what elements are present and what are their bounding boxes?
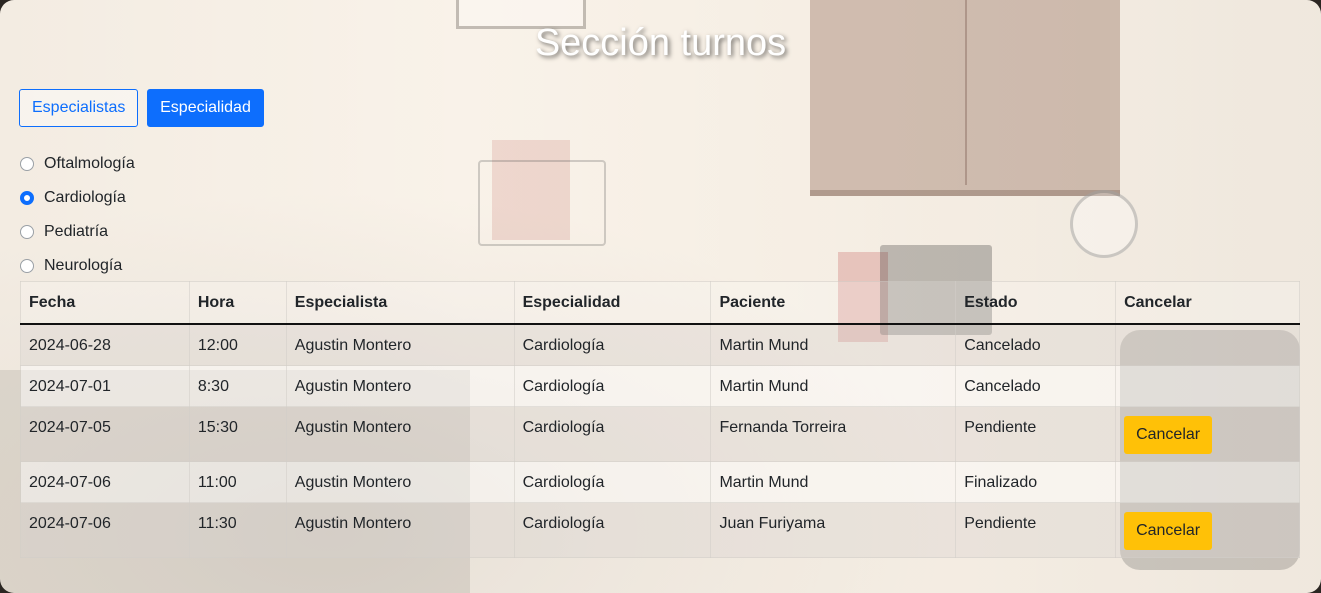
cell-especialidad: Cardiología xyxy=(513,365,712,407)
cell-fecha: 2024-07-06 xyxy=(20,461,190,503)
cell-fecha: 2024-07-05 xyxy=(20,406,190,462)
cell-fecha: 2024-06-28 xyxy=(20,323,190,366)
specialty-label: Oftalmología xyxy=(44,155,135,172)
specialty-option-oftalmologia[interactable]: Oftalmología xyxy=(20,153,135,175)
specialty-option-neurologia[interactable]: Neurología xyxy=(20,255,122,277)
cell-especialista: Agustin Montero xyxy=(285,323,515,366)
background-image-brochure-rack xyxy=(478,160,606,246)
header-estado: Estado xyxy=(955,281,1117,325)
cell-estado: Cancelado xyxy=(955,323,1117,366)
specialty-label: Neurología xyxy=(44,257,123,274)
cell-cancelar: Cancelar xyxy=(1115,406,1300,462)
cell-paciente: Juan Furiyama xyxy=(710,502,957,558)
header-especialista: Especialista xyxy=(285,281,515,325)
header-hora: Hora xyxy=(188,281,287,325)
cell-paciente: Fernanda Torreira xyxy=(710,406,957,462)
cell-especialidad: Cardiología xyxy=(513,502,712,558)
radio-button-checked[interactable] xyxy=(20,191,34,205)
especialidad-button[interactable]: Especialidad xyxy=(147,89,264,127)
radio-button[interactable] xyxy=(20,157,34,171)
appointments-table: Fecha Hora Especialista Especialidad Pac… xyxy=(20,281,1300,558)
header-especialidad: Especialidad xyxy=(513,281,712,325)
cell-especialidad: Cardiología xyxy=(513,406,712,462)
cell-especialidad: Cardiología xyxy=(513,461,712,503)
cell-hora: 12:00 xyxy=(188,323,287,366)
cell-hora: 11:30 xyxy=(188,502,287,558)
cell-fecha: 2024-07-06 xyxy=(20,502,190,558)
page-title: Sección turnos xyxy=(534,22,787,64)
header-cancelar: Cancelar xyxy=(1115,281,1300,325)
header-paciente: Paciente xyxy=(710,281,957,325)
cell-estado: Pendiente xyxy=(955,502,1117,558)
cell-estado: Finalizado xyxy=(955,461,1117,503)
cell-especialidad: Cardiología xyxy=(513,323,712,366)
cell-cancelar xyxy=(1115,461,1300,503)
specialty-option-pediatria[interactable]: Pediatría xyxy=(20,221,108,243)
cell-especialista: Agustin Montero xyxy=(285,406,515,462)
cancel-appointment-button[interactable]: Cancelar xyxy=(1124,416,1213,454)
cell-cancelar xyxy=(1115,323,1300,366)
cell-especialista: Agustin Montero xyxy=(285,461,515,503)
cell-paciente: Martin Mund xyxy=(710,461,957,503)
cell-hora: 11:00 xyxy=(188,461,287,503)
cell-hora: 15:30 xyxy=(188,406,287,462)
cell-estado: Cancelado xyxy=(955,365,1117,407)
cell-cancelar: Cancelar xyxy=(1115,502,1300,558)
cell-especialista: Agustin Montero xyxy=(285,365,515,407)
specialty-option-cardiologia[interactable]: Cardiología xyxy=(20,187,126,209)
background-image-gauge xyxy=(1070,190,1138,258)
cell-estado: Pendiente xyxy=(955,406,1117,462)
specialty-label: Cardiología xyxy=(44,189,126,206)
cell-cancelar xyxy=(1115,365,1300,407)
cell-paciente: Martin Mund xyxy=(710,323,957,366)
app-window: Sección turnos Especialistas Especialida… xyxy=(0,0,1321,593)
table-header-row: Fecha Hora Especialista Especialidad Pac… xyxy=(20,281,1300,325)
cell-especialista: Agustin Montero xyxy=(285,502,515,558)
cell-paciente: Martin Mund xyxy=(710,365,957,407)
radio-button[interactable] xyxy=(20,225,34,239)
radio-button[interactable] xyxy=(20,259,34,273)
table-row: 2024-07-05 15:30 Agustin Montero Cardiol… xyxy=(20,406,1300,462)
cell-hora: 8:30 xyxy=(188,365,287,407)
specialty-label: Pediatría xyxy=(44,223,109,240)
table-row: 2024-07-06 11:30 Agustin Montero Cardiol… xyxy=(20,502,1300,558)
cancel-appointment-button[interactable]: Cancelar xyxy=(1124,512,1213,550)
header-fecha: Fecha xyxy=(20,281,190,325)
especialistas-button[interactable]: Especialistas xyxy=(19,89,138,127)
table-row: 2024-07-01 8:30 Agustin Montero Cardiolo… xyxy=(20,365,1300,407)
cell-fecha: 2024-07-01 xyxy=(20,365,190,407)
table-row: 2024-07-06 11:00 Agustin Montero Cardiol… xyxy=(20,461,1300,503)
table-row: 2024-06-28 12:00 Agustin Montero Cardiol… xyxy=(20,323,1300,366)
